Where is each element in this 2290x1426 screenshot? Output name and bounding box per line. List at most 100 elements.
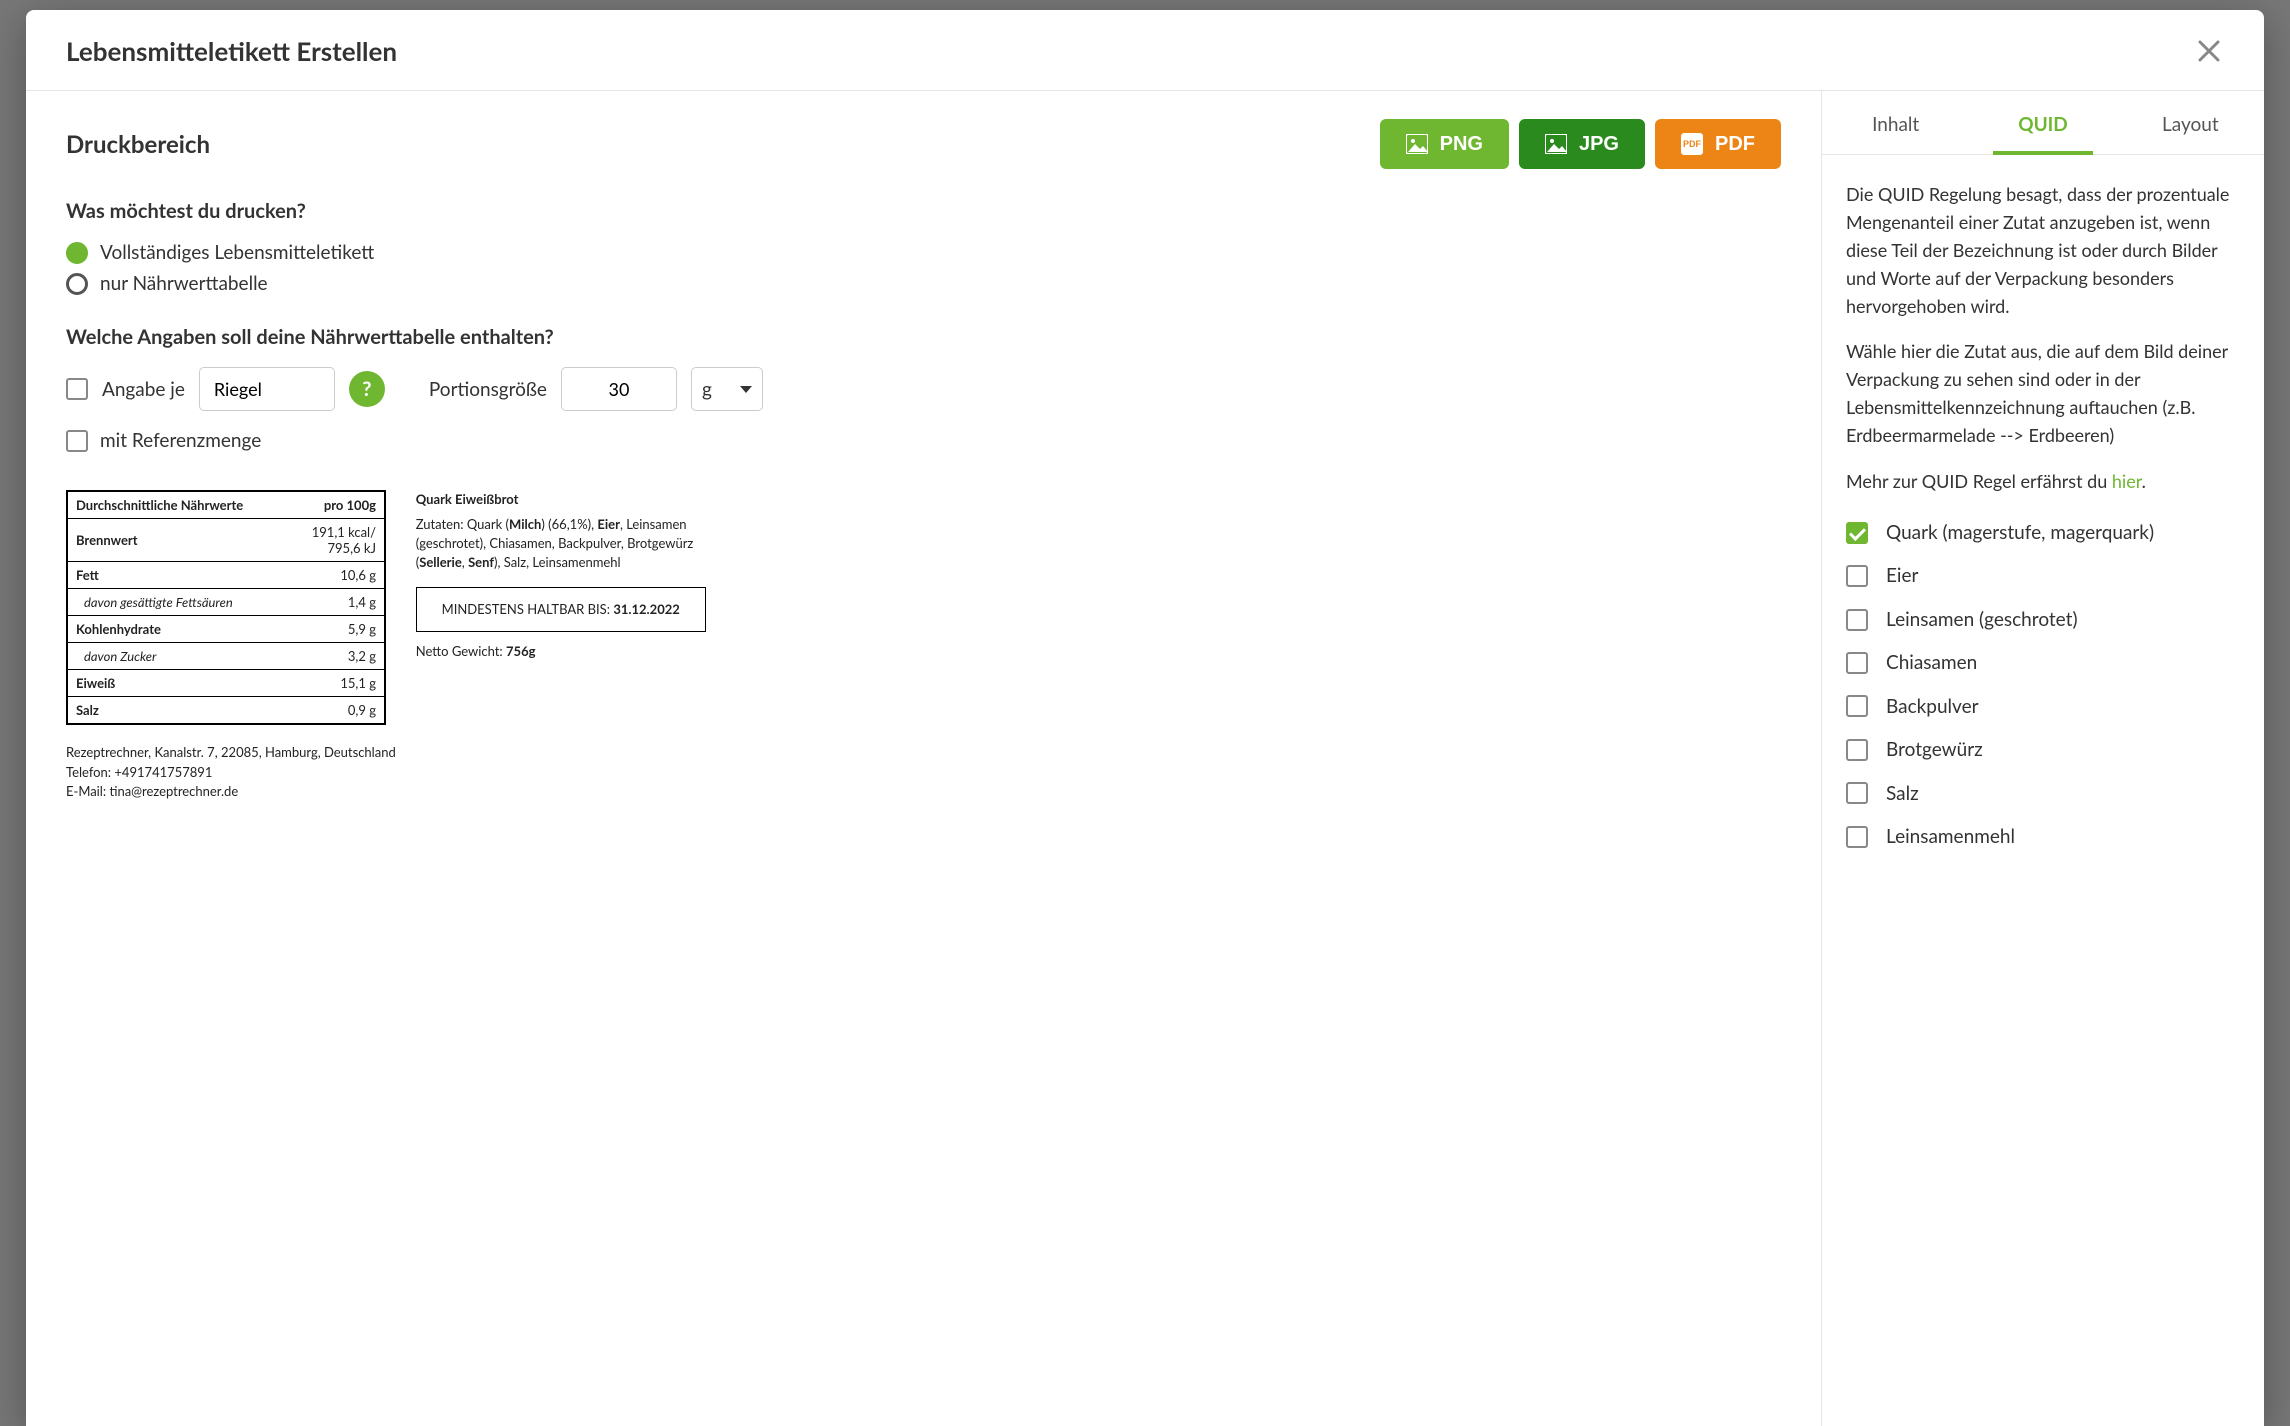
quid-item: Leinsamenmehl: [1846, 822, 2240, 851]
tab-layout[interactable]: Layout: [2117, 91, 2264, 154]
nutri-label: Salz: [67, 697, 288, 725]
tab-quid[interactable]: QUID: [1969, 91, 2116, 154]
quid-item-label: Brotgewürz: [1886, 735, 1983, 764]
label-preview: Durchschnittliche Nährwertepro 100gBrenn…: [66, 490, 1781, 802]
quid-item-label: Leinsamen (geschrotet): [1886, 605, 2078, 634]
quid-checkbox[interactable]: [1846, 739, 1868, 761]
best-before-label: MINDESTENS HALTBAR BIS:: [442, 601, 614, 617]
nutri-label: Eiweiß: [67, 670, 288, 697]
best-before-box: MINDESTENS HALTBAR BIS: 31.12.2022: [416, 587, 706, 632]
quid-more-link[interactable]: hier: [2112, 470, 2142, 492]
nutrition-table: Durchschnittliche Nährwertepro 100gBrenn…: [66, 490, 386, 725]
quid-checkbox[interactable]: [1846, 565, 1868, 587]
quid-checkbox[interactable]: [1846, 695, 1868, 717]
close-icon[interactable]: [2194, 32, 2224, 70]
radio-table-only[interactable]: [66, 273, 88, 295]
section-title: Druckbereich: [66, 130, 210, 159]
quid-content: Die QUID Regelung besagt, dass der proze…: [1822, 155, 2264, 895]
product-title: Quark Eiweißbrot: [416, 490, 706, 509]
nutri-header-left: Durchschnittliche Nährwerte: [67, 491, 288, 519]
modal: Lebensmitteletikett Erstellen Druckberei…: [26, 10, 2264, 1426]
quid-item: Brotgewürz: [1846, 735, 2240, 764]
nutri-label: davon Zucker: [67, 643, 288, 670]
tabs: Inhalt QUID Layout: [1822, 91, 2264, 155]
quid-item: Quark (magerstufe, magerquark): [1846, 518, 2240, 547]
quid-item: Chiasamen: [1846, 648, 2240, 677]
quid-desc-1: Die QUID Regelung besagt, dass der proze…: [1846, 181, 2240, 320]
image-icon: [1406, 134, 1428, 154]
unit-select-value: g: [702, 378, 712, 401]
chevron-down-icon: [740, 386, 752, 393]
portion-size-input[interactable]: [561, 367, 677, 411]
nutri-value: 1,4 g: [288, 589, 385, 616]
modal-header: Lebensmitteletikett Erstellen: [26, 10, 2264, 91]
help-icon[interactable]: ?: [349, 371, 385, 407]
unit-select[interactable]: g: [691, 367, 763, 411]
net-weight-value: 756g: [506, 643, 535, 659]
right-pane: Inhalt QUID Layout Die QUID Regelung bes…: [1822, 91, 2264, 1426]
quid-list: Quark (magerstufe, magerquark) Eier Leinsa…: [1846, 518, 2240, 852]
print-question: Was möchtest du drucken?: [66, 199, 1781, 223]
quid-item-label: Quark (magerstufe, magerquark): [1886, 518, 2154, 547]
quid-item-label: Salz: [1886, 779, 1919, 808]
nutri-label: Kohlenhydrate: [67, 616, 288, 643]
portion-label: Portionsgröße: [429, 378, 547, 401]
image-icon: [1545, 134, 1567, 154]
quid-item: Eier: [1846, 561, 2240, 590]
modal-body: Druckbereich PNG JPG: [26, 91, 2264, 1426]
quid-checkbox[interactable]: [1846, 652, 1868, 674]
angabe-je-label: Angabe je: [102, 378, 185, 401]
nutri-value: 3,2 g: [288, 643, 385, 670]
nutri-value: 0,9 g: [288, 697, 385, 725]
export-pdf-label: PDF: [1715, 133, 1755, 156]
quid-checkbox[interactable]: [1846, 782, 1868, 804]
nutri-value: 10,6 g: [288, 562, 385, 589]
footer-phone: Telefon: +491741757891: [66, 763, 396, 783]
nutri-label: davon gesättigte Fettsäuren: [67, 589, 288, 616]
tab-inhalt[interactable]: Inhalt: [1822, 91, 1969, 154]
quid-checkbox[interactable]: [1846, 609, 1868, 631]
radio-table-only-text: nur Nährwerttabelle: [100, 272, 268, 295]
best-before-date: 31.12.2022: [613, 601, 680, 617]
quid-more: Mehr zur QUID Regel erfährst du hier.: [1846, 468, 2240, 496]
print-radio-group: Vollständiges Lebensmitteletikett nur Nä…: [66, 241, 1781, 295]
quid-item: Salz: [1846, 779, 2240, 808]
nutri-value: 191,1 kcal/795,6 kJ: [288, 519, 385, 562]
quid-item-label: Eier: [1886, 561, 1918, 590]
quid-checkbox[interactable]: [1846, 826, 1868, 848]
unit-name-input[interactable]: [199, 367, 335, 411]
nutri-label: Fett: [67, 562, 288, 589]
nutri-header-right: pro 100g: [288, 491, 385, 519]
radio-full-label[interactable]: [66, 242, 88, 264]
contents-question: Welche Angaben soll deine Nährwerttabell…: [66, 325, 1781, 349]
quid-item: Leinsamen (geschrotet): [1846, 605, 2240, 634]
nutri-value: 5,9 g: [288, 616, 385, 643]
export-pdf-button[interactable]: PDF PDF: [1655, 119, 1781, 169]
quid-item-label: Chiasamen: [1886, 648, 1977, 677]
ingredients-text: Zutaten: Quark (Milch) (66,1%), Eier, Le…: [416, 515, 706, 572]
footer-address: Rezeptrechner, Kanalstr. 7, 22085, Hambu…: [66, 743, 396, 763]
quid-item: Backpulver: [1846, 692, 2240, 721]
pdf-icon: PDF: [1681, 133, 1703, 155]
export-jpg-button[interactable]: JPG: [1519, 119, 1645, 169]
quid-item-label: Backpulver: [1886, 692, 1979, 721]
net-weight: Netto Gewicht: 756g: [416, 642, 706, 661]
net-weight-label: Netto Gewicht:: [416, 643, 506, 659]
quid-item-label: Leinsamenmehl: [1886, 822, 2015, 851]
export-png-button[interactable]: PNG: [1380, 119, 1509, 169]
export-png-label: PNG: [1440, 133, 1483, 156]
footer-email: E-Mail: tina@rezeptrechner.de: [66, 782, 396, 802]
modal-title: Lebensmitteletikett Erstellen: [66, 35, 397, 67]
radio-full-label-text: Vollständiges Lebensmitteletikett: [100, 241, 374, 264]
export-jpg-label: JPG: [1579, 133, 1619, 156]
nutri-label: Brennwert: [67, 519, 288, 562]
export-buttons: PNG JPG PDF PDF: [1380, 119, 1781, 169]
quid-checkbox[interactable]: [1846, 522, 1868, 544]
checkbox-angabe-je[interactable]: [66, 378, 88, 400]
referenzmenge-label: mit Referenzmenge: [100, 429, 261, 452]
left-pane: Druckbereich PNG JPG: [26, 91, 1822, 1426]
nutri-value: 15,1 g: [288, 670, 385, 697]
checkbox-referenzmenge[interactable]: [66, 430, 88, 452]
ingredients-block: Quark Eiweißbrot Zutaten: Quark (Milch) …: [416, 490, 706, 802]
company-footer: Rezeptrechner, Kanalstr. 7, 22085, Hambu…: [66, 743, 396, 802]
